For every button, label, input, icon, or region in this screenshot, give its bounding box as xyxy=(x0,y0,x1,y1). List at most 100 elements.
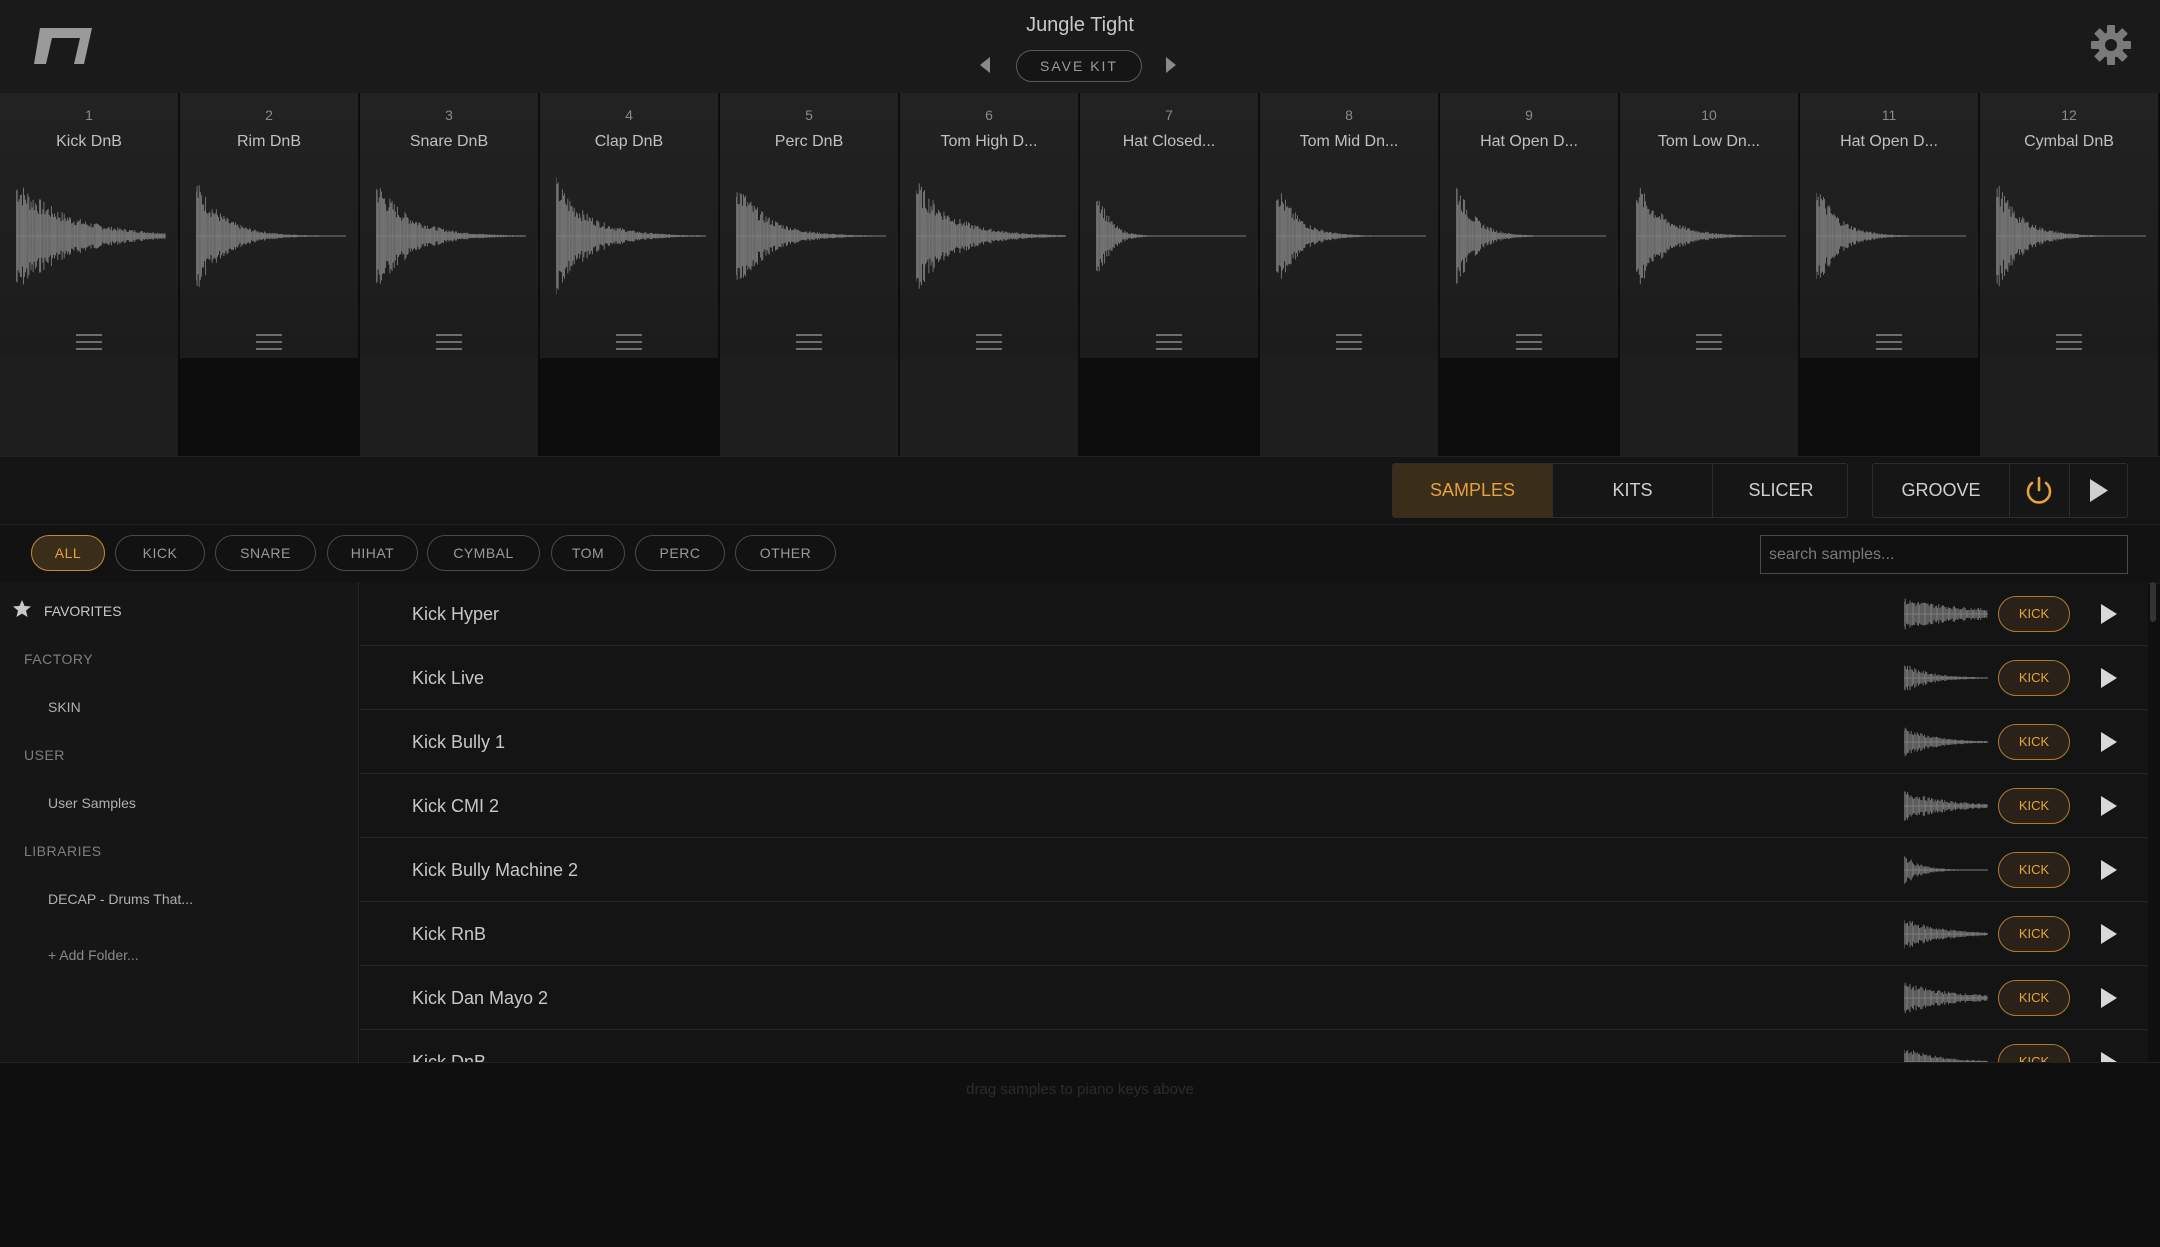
tab-samples[interactable]: SAMPLES xyxy=(1393,464,1553,517)
hamburger-menu-icon[interactable] xyxy=(434,333,464,353)
drum-pad-12[interactable]: 12 Cymbal DnB xyxy=(1980,93,2158,456)
drum-pad-9[interactable]: 9 Hat Open D... xyxy=(1440,93,1618,456)
sample-category-tag[interactable]: KICK xyxy=(1998,1044,2070,1062)
groove-play-button[interactable] xyxy=(2069,464,2127,517)
pad-key-area[interactable] xyxy=(540,358,718,456)
sample-name: Kick Bully Machine 2 xyxy=(412,860,579,880)
sample-row[interactable]: Kick DnB KICK xyxy=(360,1030,2148,1062)
app-logo-icon xyxy=(34,28,92,64)
power-icon xyxy=(2026,476,2052,504)
pad-sample-name: Hat Open D... xyxy=(1480,133,1578,150)
hamburger-menu-icon[interactable] xyxy=(1874,333,1904,353)
list-scrollbar[interactable] xyxy=(2150,582,2156,622)
groove-button[interactable]: GROOVE xyxy=(1873,464,2010,517)
groove-power-button[interactable] xyxy=(2009,464,2070,517)
sample-waveform xyxy=(1904,598,1988,630)
drum-pad-4[interactable]: 4 Clap DnB xyxy=(540,93,718,456)
sample-category-tag[interactable]: KICK xyxy=(1998,916,2070,952)
filter-snare[interactable]: SNARE xyxy=(215,535,316,571)
sample-category-tag[interactable]: KICK xyxy=(1998,980,2070,1016)
play-icon[interactable] xyxy=(2096,730,2120,754)
pad-number: 11 xyxy=(1881,107,1897,123)
play-icon[interactable] xyxy=(2096,794,2120,818)
pad-sample-name: Tom Low Dn... xyxy=(1657,133,1761,150)
sidebar-item-user-samples[interactable]: User Samples xyxy=(48,795,136,811)
play-icon[interactable] xyxy=(2096,602,2120,626)
filter-tom[interactable]: TOM xyxy=(551,535,625,571)
sample-row[interactable]: Kick Bully Machine 2 KICK xyxy=(360,838,2148,902)
hamburger-menu-icon[interactable] xyxy=(1154,333,1184,353)
sidebar-favorites[interactable]: FAVORITES xyxy=(44,603,122,619)
hamburger-menu-icon[interactable] xyxy=(974,333,1004,353)
play-icon[interactable] xyxy=(2096,858,2120,882)
sample-category-tag[interactable]: KICK xyxy=(1998,660,2070,696)
sample-row[interactable]: Kick Dan Mayo 2 KICK xyxy=(360,966,2148,1030)
sample-name: Kick Live xyxy=(412,668,485,688)
drum-pad-2[interactable]: 2 Rim DnB xyxy=(180,93,358,456)
save-kit-button[interactable]: SAVE KIT xyxy=(1016,50,1142,82)
sample-name: Kick DnB xyxy=(412,1052,487,1062)
pad-key-area[interactable] xyxy=(1980,358,2158,456)
drum-pad-7[interactable]: 7 Hat Closed... xyxy=(1080,93,1258,456)
play-icon[interactable] xyxy=(2096,1050,2120,1062)
pad-sample-name: Tom Mid Dn... xyxy=(1299,133,1399,150)
sample-category-tag[interactable]: KICK xyxy=(1998,724,2070,760)
sidebar-heading-user[interactable]: USER xyxy=(24,747,65,763)
filter-other[interactable]: OTHER xyxy=(735,535,836,571)
filter-cymbal[interactable]: CYMBAL xyxy=(427,535,540,571)
sample-category-tag[interactable]: KICK xyxy=(1998,852,2070,888)
sidebar-heading-factory[interactable]: FACTORY xyxy=(24,651,93,667)
pad-key-area[interactable] xyxy=(1080,358,1258,456)
hamburger-menu-icon[interactable] xyxy=(1334,333,1364,353)
drum-pad-6[interactable]: 6 Tom High D... xyxy=(900,93,1078,456)
sample-category-tag[interactable]: KICK xyxy=(1998,596,2070,632)
hamburger-menu-icon[interactable] xyxy=(2054,333,2084,353)
next-kit-icon[interactable] xyxy=(1164,56,1178,74)
filter-kick[interactable]: KICK xyxy=(115,535,205,571)
filter-perc[interactable]: PERC xyxy=(635,535,725,571)
pad-key-area[interactable] xyxy=(1620,358,1798,456)
gear-icon[interactable] xyxy=(2090,24,2132,66)
sample-category-tag[interactable]: KICK xyxy=(1998,788,2070,824)
filter-all[interactable]: ALL xyxy=(31,535,105,571)
search-input[interactable] xyxy=(1760,535,2128,574)
hamburger-menu-icon[interactable] xyxy=(74,333,104,353)
drum-pad-10[interactable]: 10 Tom Low Dn... xyxy=(1620,93,1798,456)
filter-hihat[interactable]: HIHAT xyxy=(327,535,418,571)
previous-kit-icon[interactable] xyxy=(978,56,992,74)
play-icon[interactable] xyxy=(2096,922,2120,946)
pad-key-area[interactable] xyxy=(1800,358,1978,456)
hamburger-menu-icon[interactable] xyxy=(1694,333,1724,353)
tab-kits[interactable]: KITS xyxy=(1553,464,1713,517)
pad-key-area[interactable] xyxy=(1440,358,1618,456)
hamburger-menu-icon[interactable] xyxy=(614,333,644,353)
drum-pad-1[interactable]: 1 Kick DnB xyxy=(0,93,178,456)
drum-pad-8[interactable]: 8 Tom Mid Dn... xyxy=(1260,93,1438,456)
pad-key-area[interactable] xyxy=(180,358,358,456)
hamburger-menu-icon[interactable] xyxy=(254,333,284,353)
sidebar-item-decap-library[interactable]: DECAP - Drums That... xyxy=(48,891,193,907)
tab-slicer[interactable]: SLICER xyxy=(1713,464,1847,517)
sample-row[interactable]: Kick Live KICK xyxy=(360,646,2148,710)
sidebar-heading-libraries[interactable]: LIBRARIES xyxy=(24,843,102,859)
pad-key-area[interactable] xyxy=(720,358,898,456)
sample-waveform xyxy=(1904,855,1988,885)
hamburger-menu-icon[interactable] xyxy=(794,333,824,353)
add-folder-button[interactable]: + Add Folder... xyxy=(48,947,139,963)
drum-pad-11[interactable]: 11 Hat Open D... xyxy=(1800,93,1978,456)
play-icon[interactable] xyxy=(2096,986,2120,1010)
sample-row[interactable]: Kick Bully 1 KICK xyxy=(360,710,2148,774)
pad-key-area[interactable] xyxy=(1260,358,1438,456)
sample-row[interactable]: Kick CMI 2 KICK xyxy=(360,774,2148,838)
drum-pad-5[interactable]: 5 Perc DnB xyxy=(720,93,898,456)
sidebar-item-skin[interactable]: SKIN xyxy=(48,699,81,715)
hamburger-menu-icon[interactable] xyxy=(1514,333,1544,353)
sample-row[interactable]: Kick RnB KICK xyxy=(360,902,2148,966)
pad-key-area[interactable] xyxy=(900,358,1078,456)
play-icon[interactable] xyxy=(2096,666,2120,690)
pad-key-area[interactable] xyxy=(360,358,538,456)
pad-key-area[interactable] xyxy=(0,358,178,456)
drum-pad-strip: 1 Kick DnB 2 Rim DnB 3 Snare DnB 4 Clap DnB 5 Per… xyxy=(0,93,2160,456)
drum-pad-3[interactable]: 3 Snare DnB xyxy=(360,93,538,456)
sample-row[interactable]: Kick Hyper KICK xyxy=(360,582,2148,646)
